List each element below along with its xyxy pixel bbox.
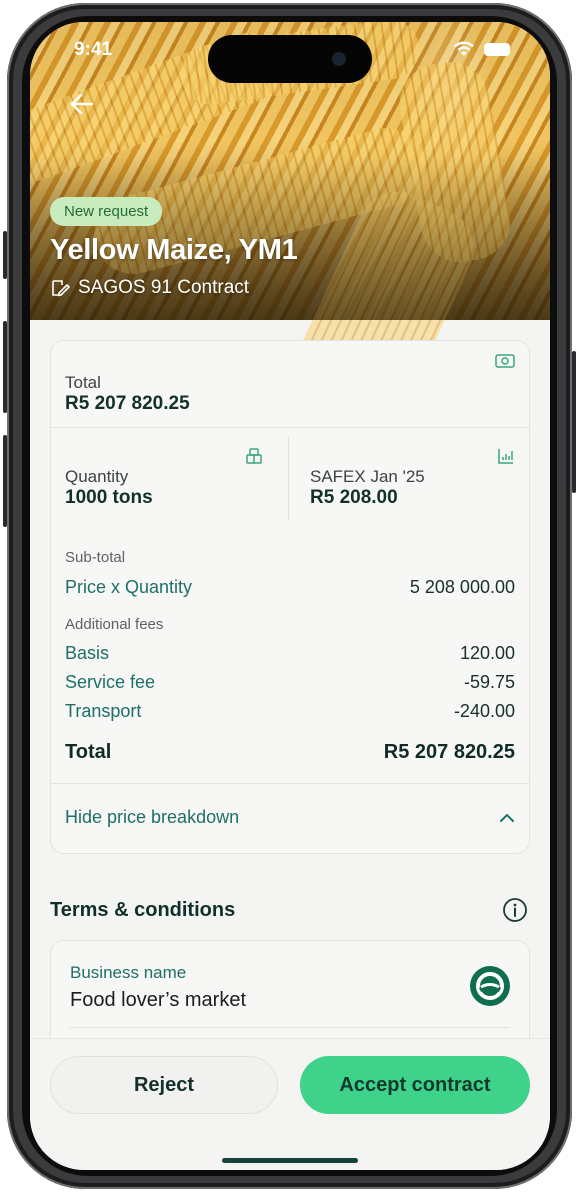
quantity-label: Quantity	[65, 467, 129, 486]
contract-name: SAGOS 91 Contract	[78, 277, 250, 298]
fee-row-service: Service fee -59.75	[65, 672, 515, 693]
row-value: -240.00	[453, 701, 515, 721]
page-title: Yellow Maize, YM1	[50, 234, 298, 266]
app-screen: 9:41 New request Yellow Maize, YM1 SAGOS…	[30, 22, 550, 1170]
subtotal-label: Sub-total	[65, 549, 126, 566]
contract-pen-icon	[52, 280, 70, 297]
money-icon	[495, 354, 515, 368]
safex-value: R5 208.00	[310, 487, 398, 508]
breakdown-total-value: R5 207 820.25	[383, 741, 515, 763]
price-card: Total R5 207 820.25 Quantity 1000 tons S…	[50, 340, 530, 854]
accept-contract-button[interactable]: Accept contract	[300, 1056, 530, 1114]
divider-vertical	[288, 437, 289, 521]
breakdown-total-label: Total	[65, 741, 112, 763]
row-value: -59.75	[463, 672, 515, 692]
row-label: Price x Quantity	[65, 577, 193, 597]
volume-up-button	[3, 321, 7, 413]
hide-breakdown-toggle[interactable]: Hide price breakdown	[65, 807, 515, 828]
status-badge: New request	[50, 197, 163, 226]
row-value: 5 208 000.00	[409, 577, 515, 597]
row-label: Basis	[65, 643, 110, 663]
status-time: 9:41	[74, 39, 113, 60]
hide-breakdown-label: Hide price breakdown	[65, 807, 240, 827]
action-button	[3, 231, 7, 279]
chart-icon	[498, 449, 513, 464]
quantity-value: 1000 tons	[65, 487, 153, 508]
status-icons	[453, 41, 510, 57]
fee-row-basis: Basis 120.00	[65, 643, 515, 664]
total-label: Total	[65, 373, 101, 392]
business-name: Food lover’s market	[70, 989, 246, 1011]
business-label: Business name	[70, 963, 187, 982]
volume-down-button	[3, 435, 7, 527]
total-summary: Total R5 207 820.25	[65, 373, 190, 415]
hero-image: 9:41 New request Yellow Maize, YM1 SAGOS…	[30, 22, 550, 456]
fee-row-transport: Transport -240.00	[65, 701, 515, 722]
fees-label: Additional fees	[65, 616, 164, 633]
info-icon[interactable]	[502, 897, 528, 923]
home-indicator[interactable]	[222, 1158, 358, 1163]
quantity-block: Quantity 1000 tons	[65, 467, 153, 509]
reject-button[interactable]: Reject	[50, 1056, 278, 1114]
contract-subtitle: SAGOS 91 Contract	[50, 277, 249, 299]
divider	[51, 783, 529, 784]
dynamic-island	[208, 35, 372, 83]
row-label: Transport	[65, 701, 142, 721]
crate-icon	[246, 448, 262, 464]
battery-icon	[484, 42, 510, 56]
power-button	[572, 351, 576, 493]
divider	[51, 427, 529, 428]
row-label: Service fee	[65, 672, 156, 692]
breakdown-row: Price x Quantity 5 208 000.00	[65, 577, 515, 598]
terms-title: Terms & conditions	[50, 899, 236, 921]
safex-block: SAFEX Jan '25 R5 208.00	[310, 467, 425, 509]
business-logo-icon	[470, 966, 510, 1006]
breakdown-total-row: Total R5 207 820.25	[65, 741, 515, 764]
safex-label: SAFEX Jan '25	[310, 467, 425, 486]
back-arrow-icon[interactable]	[66, 88, 98, 120]
wifi-icon	[454, 41, 474, 56]
action-bar: Reject Accept contract	[30, 1038, 550, 1170]
divider	[70, 1027, 510, 1028]
row-value: 120.00	[459, 643, 515, 663]
total-value: R5 207 820.25	[65, 393, 190, 414]
chevron-up-icon	[500, 813, 514, 822]
